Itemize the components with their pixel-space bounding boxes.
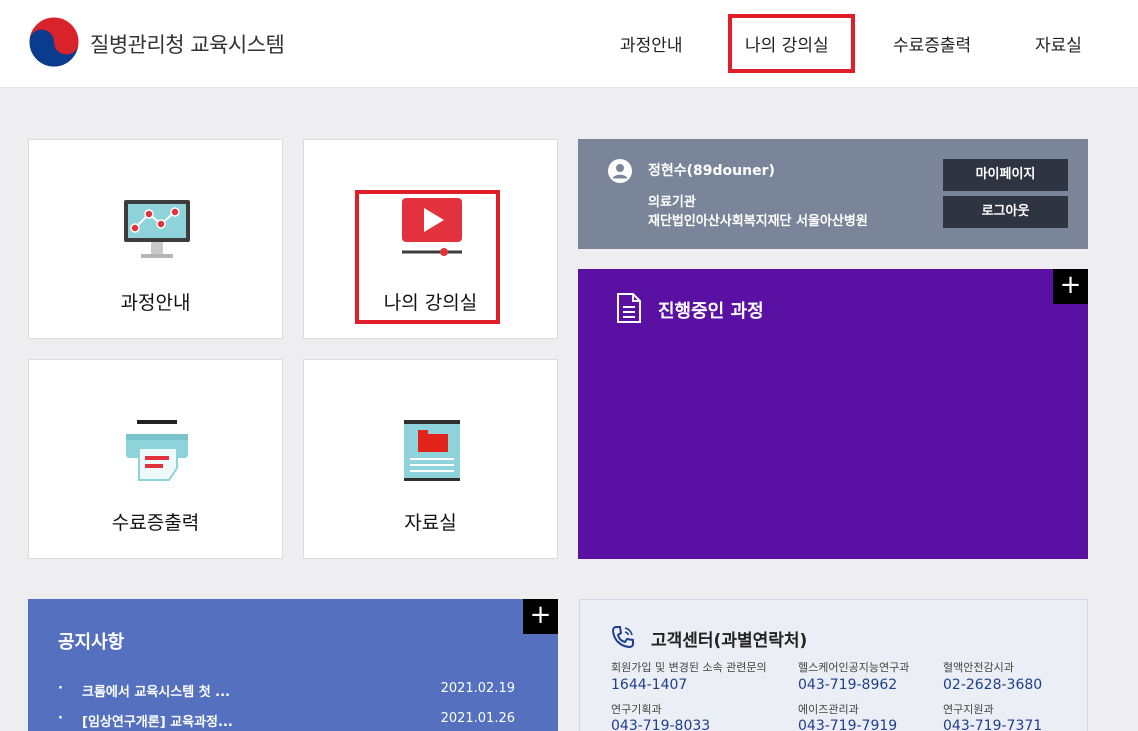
org-name: 재단법인아산사회복지재단 서울아산병원 (648, 214, 868, 229)
nav-my-classroom[interactable]: 나의 강의실 (745, 31, 829, 56)
courses-more-button[interactable]: + (1053, 269, 1088, 304)
org-type: 의료기관 (648, 195, 696, 210)
notice-bullet: · (58, 681, 63, 696)
tile-label: 나의 강의실 (383, 292, 478, 314)
notice-panel: 공지사항 + · 크롬에서 교육시스템 첫 ... 2021.02.19 · [… (28, 599, 558, 731)
customer-center-panel: 고객센터(과별연락처) 회원가입 및 변경된 소속 관련문의 1644-1407… (579, 599, 1088, 731)
notice-bullet: · (58, 711, 63, 726)
phone-icon (611, 626, 634, 649)
monitor-chart-icon (124, 200, 190, 258)
contact-number: 043-719-7919 (798, 718, 898, 731)
document-icon (617, 293, 641, 323)
logout-button[interactable]: 로그아웃 (943, 196, 1068, 228)
notice-title: 공지사항 (58, 632, 125, 653)
notice-item[interactable]: · [임상연구개론] 교육과정... 2021.01.26 (58, 711, 518, 731)
tile-label: 자료실 (404, 512, 457, 534)
header: 질병관리청 교육시스템 과정안내 나의 강의실 수료증출력 자료실 (0, 0, 1138, 88)
notice-more-button[interactable]: + (523, 599, 558, 634)
contact-label: 혈액안전감시과 (943, 661, 1014, 674)
user-name: 정현수(89douner) (648, 163, 775, 179)
taegeuk-logo-icon[interactable] (28, 16, 80, 68)
mypage-button[interactable]: 마이페이지 (943, 159, 1068, 191)
contact-label: 헬스케어인공지능연구과 (798, 661, 910, 674)
contact-number: 1644-1407 (611, 677, 688, 693)
tile-label: 과정안내 (120, 292, 191, 314)
contact-label: 에이즈관리과 (798, 703, 859, 716)
tile-certificate[interactable]: 수료증출력 (28, 359, 283, 559)
courses-in-progress-panel: 진행중인 과정 + (578, 269, 1088, 559)
notice-item-title[interactable]: [임상연구개론] 교육과정... (82, 711, 233, 730)
user-icon (608, 159, 632, 183)
contact-label: 연구기획과 (611, 703, 662, 716)
tile-my-classroom[interactable]: 나의 강의실 (303, 139, 558, 339)
notice-item[interactable]: · 크롬에서 교육시스템 첫 ... 2021.02.19 (58, 681, 518, 703)
user-info-panel: 정현수(89douner) 의료기관 재단법인아산사회복지재단 서울아산병원 마… (578, 139, 1088, 249)
brand-title[interactable]: 질병관리청 교육시스템 (90, 29, 285, 59)
contact-number: 043-719-8033 (611, 718, 711, 731)
play-video-icon (402, 198, 462, 256)
customer-center-title: 고객센터(과별연락처) (651, 631, 808, 651)
courses-title: 진행중인 과정 (658, 301, 764, 322)
contact-number: 02-2628-3680 (943, 677, 1043, 693)
contact-label: 연구지원과 (943, 703, 994, 716)
notice-item-date: 2021.01.26 (440, 711, 515, 726)
tile-label: 수료증출력 (111, 512, 200, 534)
notice-item-date: 2021.02.19 (440, 681, 515, 696)
nav-certificate[interactable]: 수료증출력 (893, 31, 971, 56)
printer-icon (126, 420, 188, 481)
contact-number: 043-719-7371 (943, 718, 1043, 731)
contact-number: 043-719-8962 (798, 677, 898, 693)
notice-item-title[interactable]: 크롬에서 교육시스템 첫 ... (82, 681, 230, 700)
nav-course-info[interactable]: 과정안내 (620, 31, 683, 56)
contact-label: 회원가입 및 변경된 소속 관련문의 (611, 661, 767, 674)
nav-resources[interactable]: 자료실 (1035, 31, 1082, 56)
tile-course-info[interactable]: 과정안내 (28, 139, 283, 339)
tile-resources[interactable]: 자료실 (303, 359, 558, 559)
folder-document-icon (404, 420, 460, 481)
